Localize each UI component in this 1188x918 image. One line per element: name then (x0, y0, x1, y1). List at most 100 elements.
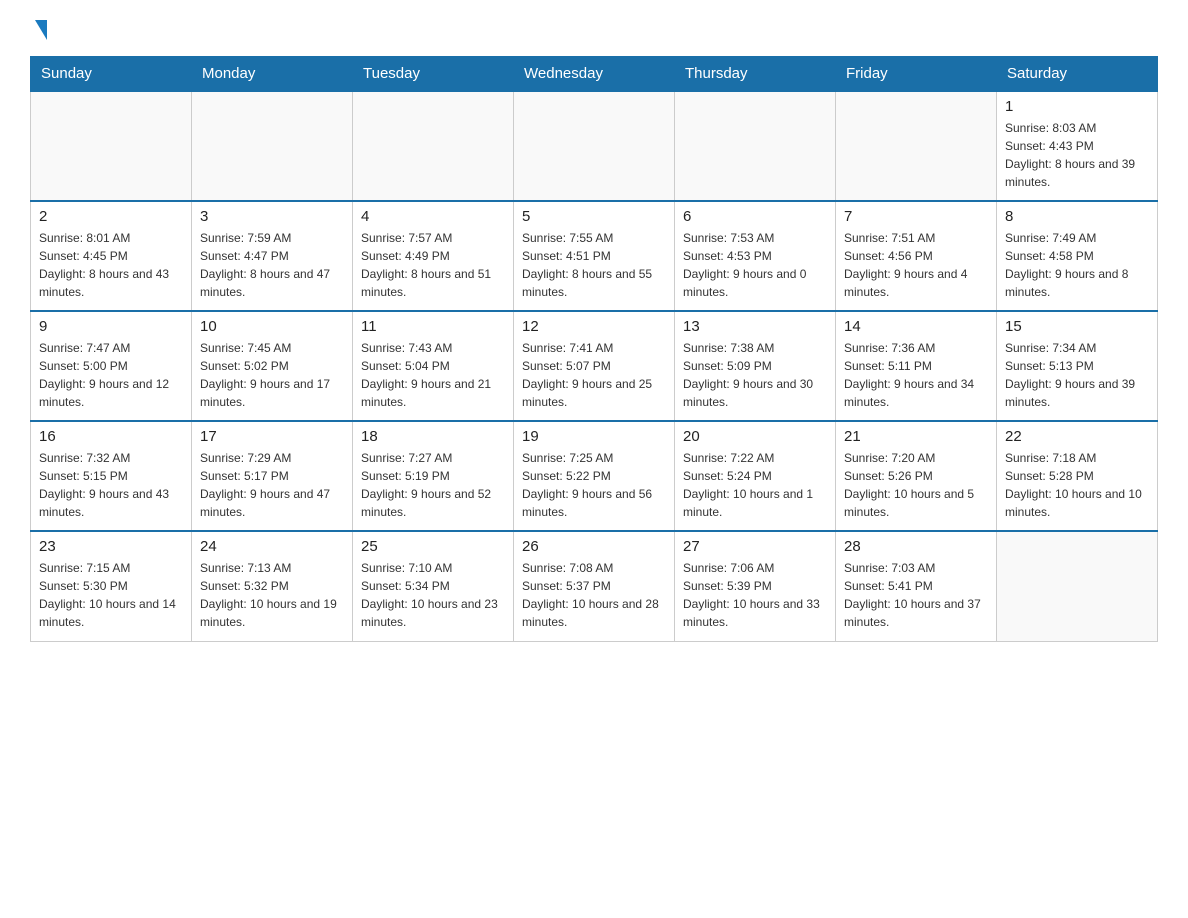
calendar-day-cell: 9 Sunrise: 7:47 AMSunset: 5:00 PMDaylight… (31, 311, 192, 421)
calendar-day-cell: 26 Sunrise: 7:08 AMSunset: 5:37 PMDayligh… (514, 531, 675, 641)
calendar-week-row: 23 Sunrise: 7:15 AMSunset: 5:30 PMDayligh… (31, 531, 1158, 641)
calendar-day-cell: 27 Sunrise: 7:06 AMSunset: 5:39 PMDayligh… (675, 531, 836, 641)
day-sun-info: Sunrise: 7:20 AMSunset: 5:26 PMDaylight:… (844, 449, 988, 521)
calendar-day-cell: 21 Sunrise: 7:20 AMSunset: 5:26 PMDayligh… (836, 421, 997, 531)
day-number: 9 (39, 318, 183, 335)
day-sun-info: Sunrise: 8:01 AMSunset: 4:45 PMDaylight:… (39, 229, 183, 301)
calendar-day-cell: 8 Sunrise: 7:49 AMSunset: 4:58 PMDaylight… (997, 201, 1158, 311)
calendar-body: 1 Sunrise: 8:03 AMSunset: 4:43 PMDaylight… (31, 91, 1158, 641)
calendar-day-cell: 28Sunrise: 7:03 AMSunset: 5:41 PMDayligh… (836, 531, 997, 641)
day-of-week-header: Sunday (31, 57, 192, 92)
day-number: 25 (361, 538, 505, 555)
day-of-week-header: Wednesday (514, 57, 675, 92)
calendar-day-cell: 4 Sunrise: 7:57 AMSunset: 4:49 PMDaylight… (353, 201, 514, 311)
day-of-week-header: Saturday (997, 57, 1158, 92)
calendar-day-cell: 15Sunrise: 7:34 AMSunset: 5:13 PMDayligh… (997, 311, 1158, 421)
day-number: 27 (683, 538, 827, 555)
calendar-week-row: 1 Sunrise: 8:03 AMSunset: 4:43 PMDaylight… (31, 91, 1158, 201)
calendar-day-cell: 7 Sunrise: 7:51 AMSunset: 4:56 PMDaylight… (836, 201, 997, 311)
day-sun-info: Sunrise: 7:18 AMSunset: 5:28 PMDaylight:… (1005, 449, 1149, 521)
day-number: 12 (522, 318, 666, 335)
calendar-week-row: 2 Sunrise: 8:01 AMSunset: 4:45 PMDaylight… (31, 201, 1158, 311)
calendar-day-cell: 20 Sunrise: 7:22 AMSunset: 5:24 PMDayligh… (675, 421, 836, 531)
calendar-day-cell: 18Sunrise: 7:27 AMSunset: 5:19 PMDayligh… (353, 421, 514, 531)
day-number: 23 (39, 538, 183, 555)
day-number: 2 (39, 208, 183, 225)
day-number: 14 (844, 318, 988, 335)
day-of-week-header: Friday (836, 57, 997, 92)
day-number: 10 (200, 318, 344, 335)
day-sun-info: Sunrise: 7:32 AMSunset: 5:15 PMDaylight:… (39, 449, 183, 521)
day-number: 19 (522, 428, 666, 445)
day-number: 15 (1005, 318, 1149, 335)
calendar-day-cell: 10 Sunrise: 7:45 AMSunset: 5:02 PMDayligh… (192, 311, 353, 421)
day-sun-info: Sunrise: 7:43 AMSunset: 5:04 PMDaylight:… (361, 339, 505, 411)
calendar-day-cell: 14 Sunrise: 7:36 AMSunset: 5:11 PMDayligh… (836, 311, 997, 421)
day-number: 7 (844, 208, 988, 225)
calendar-day-cell: 25 Sunrise: 7:10 AMSunset: 5:34 PMDayligh… (353, 531, 514, 641)
day-sun-info: Sunrise: 7:38 AMSunset: 5:09 PMDaylight:… (683, 339, 827, 411)
day-number: 4 (361, 208, 505, 225)
logo-triangle-icon (35, 20, 47, 40)
days-of-week-row: SundayMondayTuesdayWednesdayThursdayFrid… (31, 57, 1158, 92)
calendar-week-row: 16 Sunrise: 7:32 AMSunset: 5:15 PMDayligh… (31, 421, 1158, 531)
day-number: 6 (683, 208, 827, 225)
day-of-week-header: Monday (192, 57, 353, 92)
calendar-week-row: 9 Sunrise: 7:47 AMSunset: 5:00 PMDaylight… (31, 311, 1158, 421)
calendar-table: SundayMondayTuesdayWednesdayThursdayFrid… (30, 56, 1158, 642)
day-number: 5 (522, 208, 666, 225)
day-sun-info: Sunrise: 7:59 AMSunset: 4:47 PMDaylight:… (200, 229, 344, 301)
calendar-day-cell: 23 Sunrise: 7:15 AMSunset: 5:30 PMDayligh… (31, 531, 192, 641)
calendar-day-cell: 2 Sunrise: 8:01 AMSunset: 4:45 PMDaylight… (31, 201, 192, 311)
day-sun-info: Sunrise: 8:03 AMSunset: 4:43 PMDaylight:… (1005, 119, 1149, 191)
day-sun-info: Sunrise: 7:10 AMSunset: 5:34 PMDaylight:… (361, 559, 505, 631)
calendar-day-cell (675, 91, 836, 201)
calendar-day-cell: 16 Sunrise: 7:32 AMSunset: 5:15 PMDayligh… (31, 421, 192, 531)
day-number: 1 (1005, 98, 1149, 115)
calendar-day-cell (514, 91, 675, 201)
day-sun-info: Sunrise: 7:03 AMSunset: 5:41 PMDaylight:… (844, 559, 988, 631)
calendar-day-cell (31, 91, 192, 201)
day-sun-info: Sunrise: 7:25 AMSunset: 5:22 PMDaylight:… (522, 449, 666, 521)
day-sun-info: Sunrise: 7:53 AMSunset: 4:53 PMDaylight:… (683, 229, 827, 301)
calendar-day-cell (997, 531, 1158, 641)
day-number: 16 (39, 428, 183, 445)
day-number: 13 (683, 318, 827, 335)
day-of-week-header: Tuesday (353, 57, 514, 92)
calendar-day-cell: 17Sunrise: 7:29 AMSunset: 5:17 PMDayligh… (192, 421, 353, 531)
day-sun-info: Sunrise: 7:22 AMSunset: 5:24 PMDaylight:… (683, 449, 827, 521)
day-number: 20 (683, 428, 827, 445)
day-sun-info: Sunrise: 7:36 AMSunset: 5:11 PMDaylight:… (844, 339, 988, 411)
day-sun-info: Sunrise: 7:27 AMSunset: 5:19 PMDaylight:… (361, 449, 505, 521)
logo (30, 20, 47, 46)
day-sun-info: Sunrise: 7:49 AMSunset: 4:58 PMDaylight:… (1005, 229, 1149, 301)
calendar-day-cell: 5 Sunrise: 7:55 AMSunset: 4:51 PMDaylight… (514, 201, 675, 311)
page-header (30, 20, 1158, 46)
calendar-day-cell (192, 91, 353, 201)
calendar-day-cell: 13 Sunrise: 7:38 AMSunset: 5:09 PMDayligh… (675, 311, 836, 421)
day-sun-info: Sunrise: 7:45 AMSunset: 5:02 PMDaylight:… (200, 339, 344, 411)
calendar-day-cell: 12 Sunrise: 7:41 AMSunset: 5:07 PMDayligh… (514, 311, 675, 421)
calendar-day-cell: 6 Sunrise: 7:53 AMSunset: 4:53 PMDaylight… (675, 201, 836, 311)
day-number: 17 (200, 428, 344, 445)
day-sun-info: Sunrise: 7:15 AMSunset: 5:30 PMDaylight:… (39, 559, 183, 631)
day-sun-info: Sunrise: 7:13 AMSunset: 5:32 PMDaylight:… (200, 559, 344, 631)
calendar-day-cell: 1 Sunrise: 8:03 AMSunset: 4:43 PMDaylight… (997, 91, 1158, 201)
calendar-day-cell: 22Sunrise: 7:18 AMSunset: 5:28 PMDayligh… (997, 421, 1158, 531)
day-sun-info: Sunrise: 7:55 AMSunset: 4:51 PMDaylight:… (522, 229, 666, 301)
day-sun-info: Sunrise: 7:41 AMSunset: 5:07 PMDaylight:… (522, 339, 666, 411)
day-sun-info: Sunrise: 7:06 AMSunset: 5:39 PMDaylight:… (683, 559, 827, 631)
day-number: 21 (844, 428, 988, 445)
day-number: 24 (200, 538, 344, 555)
day-sun-info: Sunrise: 7:51 AMSunset: 4:56 PMDaylight:… (844, 229, 988, 301)
day-number: 8 (1005, 208, 1149, 225)
day-number: 26 (522, 538, 666, 555)
day-number: 11 (361, 318, 505, 335)
calendar-day-cell: 3 Sunrise: 7:59 AMSunset: 4:47 PMDaylight… (192, 201, 353, 311)
day-number: 3 (200, 208, 344, 225)
day-sun-info: Sunrise: 7:47 AMSunset: 5:00 PMDaylight:… (39, 339, 183, 411)
calendar-header: SundayMondayTuesdayWednesdayThursdayFrid… (31, 57, 1158, 92)
calendar-day-cell (353, 91, 514, 201)
day-sun-info: Sunrise: 7:57 AMSunset: 4:49 PMDaylight:… (361, 229, 505, 301)
day-sun-info: Sunrise: 7:08 AMSunset: 5:37 PMDaylight:… (522, 559, 666, 631)
